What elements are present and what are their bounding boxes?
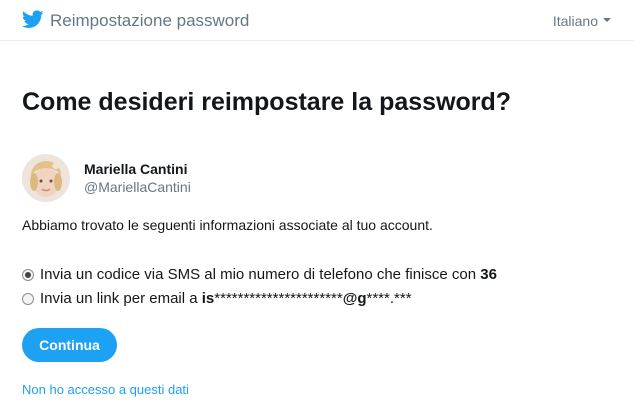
account-handle: @MariellaCantini xyxy=(84,179,191,195)
top-bar: Reimpostazione password Italiano xyxy=(0,0,634,41)
sms-option[interactable]: Invia un codice via SMS al mio numero di… xyxy=(22,265,497,284)
email-domain: @g xyxy=(342,290,367,307)
chevron-down-icon xyxy=(603,18,611,23)
phone-suffix: 36 xyxy=(480,266,497,283)
twitter-bird-icon[interactable] xyxy=(22,10,44,29)
email-domain-mask: ****.*** xyxy=(366,290,412,307)
email-mask: ********************** xyxy=(214,290,343,307)
email-option[interactable]: Invia un link per email a is************… xyxy=(22,289,412,308)
sms-radio[interactable] xyxy=(22,268,34,281)
avatar-photo-icon xyxy=(22,154,70,202)
email-option-label: Invia un link per email a is************… xyxy=(40,290,412,307)
sms-option-label: Invia un codice via SMS al mio numero di… xyxy=(40,266,497,283)
language-label: Italiano xyxy=(552,13,598,29)
email-radio[interactable] xyxy=(22,292,34,305)
info-text: Abbiamo trovato le seguenti informazioni… xyxy=(22,217,433,233)
email-start: is xyxy=(201,290,215,307)
page-title: Come desideri reimpostare la password? xyxy=(22,88,512,116)
no-access-link[interactable]: Non ho accesso a questi dati xyxy=(22,382,189,398)
continue-button[interactable]: Continua xyxy=(22,328,117,362)
account-name: Mariella Cantini xyxy=(84,161,188,177)
header-title: Reimpostazione password xyxy=(50,11,250,30)
language-selector[interactable]: Italiano xyxy=(553,12,611,30)
avatar xyxy=(22,154,70,202)
